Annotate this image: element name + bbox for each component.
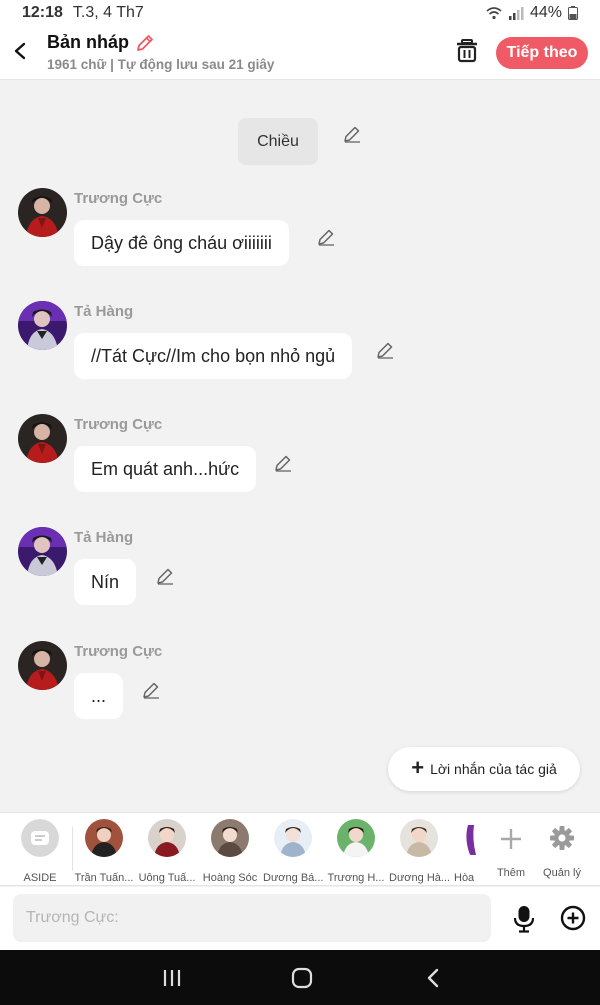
status-bar: 12:18 T.3, 4 Th7 44% bbox=[0, 0, 600, 26]
avatar bbox=[211, 819, 249, 857]
page-title: Bản nháp bbox=[47, 32, 274, 53]
author-note-button[interactable]: + Lời nhắn của tác giả bbox=[388, 747, 580, 791]
app-header: Bản nháp 1961 chữ | Tự động lưu sau 21 g… bbox=[0, 26, 600, 80]
edit-icon[interactable] bbox=[343, 125, 361, 143]
recent-apps-icon[interactable] bbox=[160, 966, 184, 990]
message-bubble[interactable]: Dậy đê ông cháu ơiiiiiii bbox=[74, 220, 289, 266]
author-note-label: Lời nhắn của tác giả bbox=[430, 761, 557, 777]
character-label: Hoàng Sóc bbox=[202, 872, 258, 884]
character-label: Dương Bá... bbox=[263, 872, 323, 884]
back-nav-icon[interactable] bbox=[422, 966, 446, 990]
plus-icon bbox=[501, 829, 521, 849]
wifi-icon bbox=[486, 7, 502, 20]
character-item[interactable]: Hoàng Sóc bbox=[200, 819, 260, 884]
chat-area: Chiều Trương Cực Dậy đê ông cháu ơiiiiii… bbox=[0, 81, 600, 811]
message-input[interactable] bbox=[13, 894, 491, 942]
edit-icon[interactable] bbox=[376, 341, 394, 359]
avatar bbox=[148, 819, 186, 857]
battery-level: 44% bbox=[529, 4, 562, 21]
home-icon[interactable] bbox=[290, 966, 314, 990]
next-button[interactable]: Tiếp theo bbox=[496, 37, 588, 69]
message-bubble[interactable]: ... bbox=[74, 673, 124, 719]
character-aside[interactable]: ASIDE bbox=[10, 819, 70, 884]
character-item[interactable]: Trương H... bbox=[326, 819, 386, 884]
microphone-icon[interactable] bbox=[512, 905, 536, 933]
sender-name: Tả Hàng bbox=[74, 529, 134, 546]
avatar bbox=[337, 819, 375, 857]
title-block: Bản nháp 1961 chữ | Tự động lưu sau 21 g… bbox=[47, 32, 274, 72]
character-item[interactable]: Hòa bbox=[446, 819, 482, 884]
character-item[interactable]: Trần Tuấn... bbox=[74, 819, 134, 884]
time-chip: Chiều bbox=[238, 118, 318, 165]
sender-name: Trương Cực bbox=[74, 190, 163, 207]
avatar[interactable] bbox=[18, 301, 67, 350]
input-bar bbox=[0, 887, 600, 950]
battery-icon bbox=[568, 6, 578, 20]
avatar[interactable] bbox=[18, 527, 67, 576]
avatar bbox=[460, 819, 482, 857]
character-label: ASIDE bbox=[23, 872, 57, 884]
character-item[interactable]: Dương Hà... bbox=[389, 819, 449, 884]
character-item[interactable]: Uông Tuấ... bbox=[137, 819, 197, 884]
character-item[interactable]: Dương Bá... bbox=[263, 819, 323, 884]
avatar[interactable] bbox=[18, 641, 67, 690]
manage-characters-button[interactable]: Quản lý bbox=[532, 819, 592, 879]
status-date: T.3, 4 Th7 bbox=[72, 4, 144, 21]
character-label: Hòa bbox=[454, 872, 475, 884]
sender-name: Tả Hàng bbox=[74, 303, 134, 320]
character-label: Dương Hà... bbox=[389, 872, 449, 884]
message-bubble[interactable]: Em quát anh...hức bbox=[74, 446, 257, 492]
character-label: Uông Tuấ... bbox=[138, 872, 196, 884]
edit-icon[interactable] bbox=[142, 681, 160, 699]
trash-icon[interactable] bbox=[455, 38, 479, 64]
message-bubble[interactable]: //Tát Cực//Im cho bọn nhỏ ngủ bbox=[74, 333, 353, 379]
character-label: Trương H... bbox=[327, 872, 385, 884]
divider bbox=[72, 827, 73, 871]
plus-icon: + bbox=[411, 755, 425, 780]
signal-icon bbox=[508, 7, 524, 20]
manage-label: Quản lý bbox=[543, 867, 581, 879]
draft-subtitle: 1961 chữ | Tự động lưu sau 21 giây bbox=[47, 57, 275, 72]
add-circle-icon[interactable] bbox=[560, 905, 586, 931]
edit-icon[interactable] bbox=[156, 567, 174, 585]
avatar bbox=[85, 819, 123, 857]
page-title-text: Bản nháp bbox=[47, 32, 130, 52]
aside-icon bbox=[21, 819, 59, 857]
character-bar: ASIDE Trần Tuấn... Uông Tuấ... Hoàng Sóc… bbox=[0, 812, 600, 886]
avatar bbox=[400, 819, 438, 857]
system-nav-bar bbox=[0, 950, 600, 1005]
edit-icon[interactable] bbox=[274, 454, 292, 472]
avatar bbox=[274, 819, 312, 857]
avatar[interactable] bbox=[18, 414, 67, 463]
back-arrow-icon[interactable] bbox=[10, 38, 30, 64]
character-label: Trần Tuấn... bbox=[74, 872, 134, 884]
avatar[interactable] bbox=[18, 188, 67, 237]
message-bubble[interactable]: Nín bbox=[74, 559, 137, 605]
edit-icon[interactable] bbox=[317, 228, 335, 246]
sender-name: Trương Cực bbox=[74, 416, 163, 433]
status-time: 12:18 bbox=[22, 4, 63, 21]
gear-icon bbox=[550, 826, 574, 850]
sender-name: Trương Cực bbox=[74, 643, 163, 660]
pencil-icon[interactable] bbox=[135, 33, 155, 53]
